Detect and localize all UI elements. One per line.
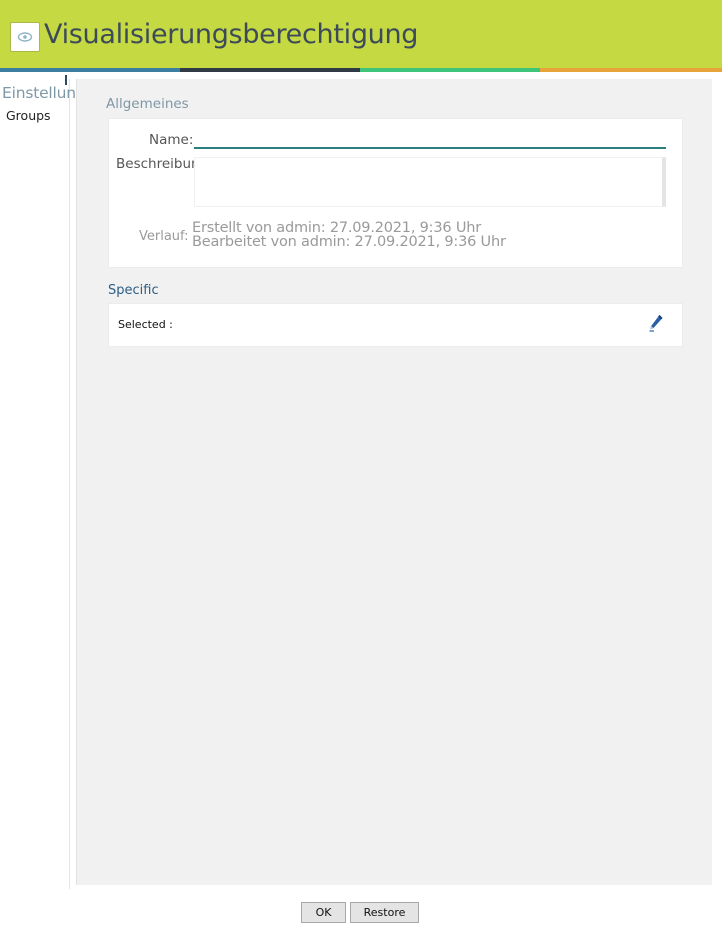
history-label: Verlauf: [139,229,189,244]
history-modified: Bearbeitet von admin: 27.09.2021, 9:36 U… [192,234,506,250]
name-label: Name: [149,132,194,148]
section-heading-general: Allgemeines [106,96,189,112]
section-heading-specific: Specific [108,283,159,298]
ok-button[interactable]: OK [301,902,346,923]
eye-icon [10,22,40,52]
window-header: Visualisierungsberechtigung [0,0,722,70]
header-stripe-3 [360,68,540,72]
restore-button[interactable]: Restore [350,902,419,923]
header-stripe-2 [180,68,360,72]
specific-card [108,303,683,347]
sidebar [1,79,70,889]
pencil-icon[interactable] [647,313,665,333]
header-stripe-4 [540,68,722,72]
sidebar-item-groups[interactable]: Groups [6,108,51,123]
page-title: Visualisierungsberechtigung [44,19,419,50]
header-stripe-1 [0,68,180,72]
name-input[interactable] [194,131,666,149]
selected-label: Selected : [118,318,173,331]
description-input[interactable] [194,157,666,207]
